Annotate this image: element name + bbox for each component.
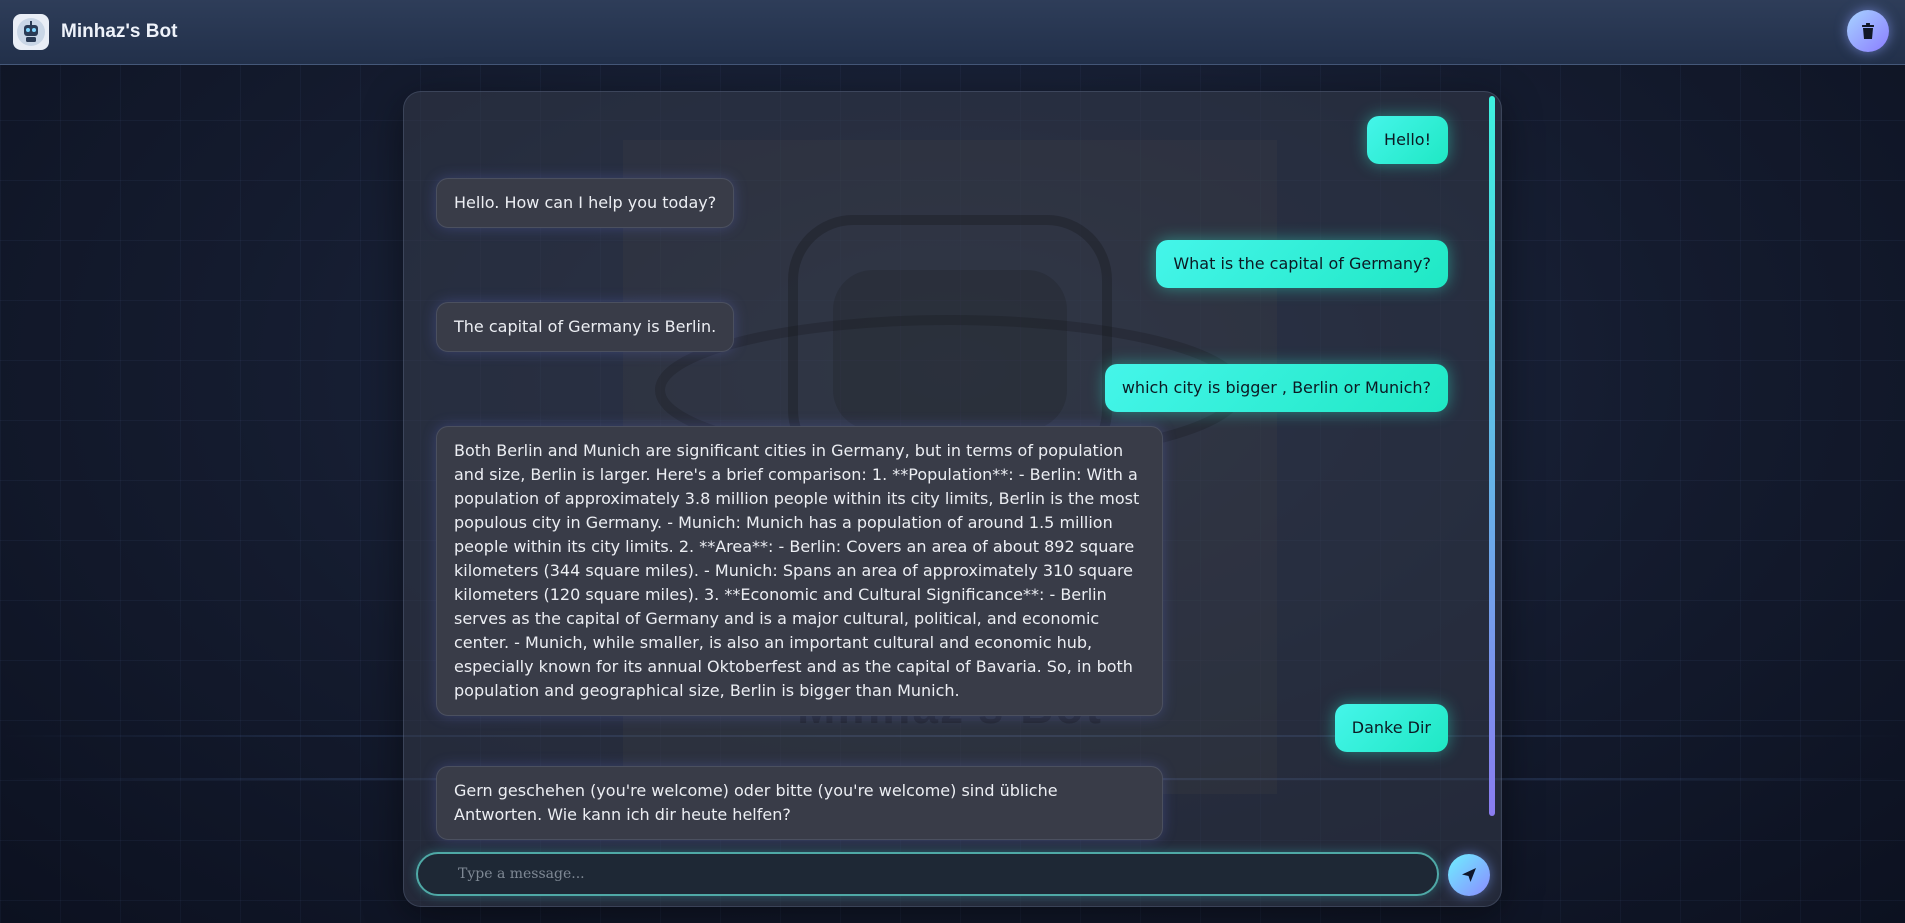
user-message: Danke Dir bbox=[1334, 704, 1448, 752]
message-input[interactable] bbox=[416, 852, 1439, 896]
bot-message: The capital of Germany is Berlin. bbox=[436, 302, 735, 352]
app-header: Minhaz's Bot bbox=[0, 0, 1905, 65]
message-list: Hello! Hello. How can I help you today? … bbox=[404, 92, 1494, 840]
user-message: Hello! bbox=[1367, 116, 1448, 164]
send-icon bbox=[1462, 868, 1476, 882]
user-message: which city is bigger , Berlin or Munich? bbox=[1104, 364, 1448, 412]
bot-message: Both Berlin and Munich are significant c… bbox=[436, 426, 1163, 716]
bot-message: Gern geschehen (you're welcome) oder bit… bbox=[436, 766, 1163, 840]
clear-chat-button[interactable] bbox=[1847, 10, 1889, 52]
trash-icon bbox=[1862, 23, 1874, 39]
bot-message: Hello. How can I help you today? bbox=[436, 178, 735, 228]
chat-panel: Minhaz's Bot Hello! Hello. How can I hel… bbox=[403, 91, 1502, 907]
user-message: What is the capital of Germany? bbox=[1156, 240, 1448, 288]
app-title: Minhaz's Bot bbox=[61, 21, 178, 42]
message-composer bbox=[416, 852, 1490, 896]
robot-logo-icon bbox=[13, 14, 49, 50]
send-button[interactable] bbox=[1448, 854, 1490, 896]
